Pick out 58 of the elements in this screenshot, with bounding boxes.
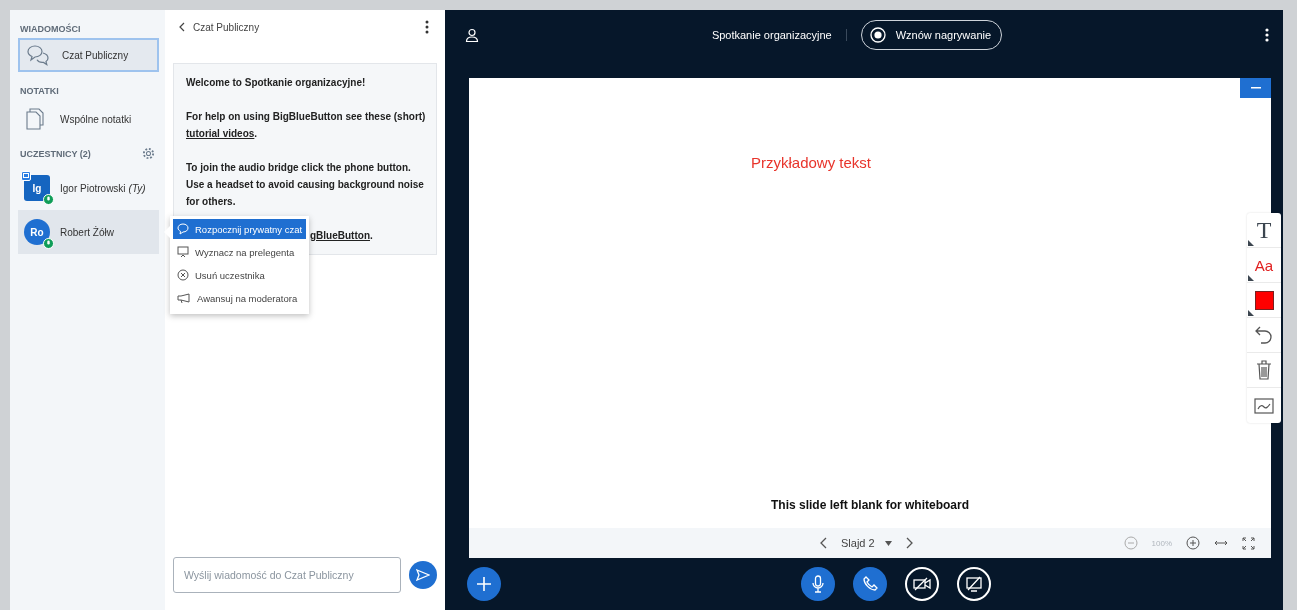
fit-width-icon[interactable]: [1214, 539, 1228, 547]
previous-slide-icon[interactable]: [819, 537, 827, 549]
microphone-icon: [811, 575, 825, 593]
text-tool-button[interactable]: T: [1247, 213, 1281, 248]
participant-name: Robert Żółw: [60, 226, 114, 238]
participant-name: Igor Piotrowski (Ty): [60, 182, 146, 194]
megaphone-icon: [177, 293, 191, 303]
message-text: To join the audio bridge click the phone button. Use a headset to avoid causing background noise for others.: [186, 161, 425, 209]
slide-caption: This slide left blank for whiteboard: [771, 498, 969, 512]
presentation-screen-icon: [177, 246, 189, 258]
settings-icon[interactable]: [142, 147, 155, 160]
section-heading: WIADOMOŚCI: [20, 24, 82, 34]
text-link[interactable]: gBlueButton: [310, 230, 370, 241]
dropdown-caret-icon: [884, 540, 892, 546]
back-button[interactable]: Czat Publiczny: [179, 21, 260, 33]
message-text: For help on using BigBlueButton see these (short) tutorial videos.: [186, 110, 427, 141]
slide-selector[interactable]: Slajd 2: [841, 537, 892, 549]
phone-button[interactable]: [853, 567, 887, 601]
more-options-icon[interactable]: [425, 20, 429, 34]
remove-circle-icon: [177, 269, 189, 281]
annotation-text: Przykładowy tekst: [751, 154, 872, 171]
menu-item[interactable]: Wyznacz na prelegenta: [173, 242, 307, 262]
menu-item[interactable]: Awansuj na moderatora: [173, 288, 307, 308]
participant-row[interactable]: Ig Igor Piotrowski (Ty): [18, 166, 159, 210]
menu-item[interactable]: Usuń uczestnika: [173, 265, 307, 285]
font-size-button[interactable]: Aa: [1247, 248, 1281, 283]
message-input[interactable]: Wyślij wiadomość do Czat Publiczny: [173, 557, 401, 593]
section-heading: UCZESTNICY (2): [20, 148, 91, 159]
chevron-left-icon: [179, 22, 185, 32]
undo-icon: [1255, 325, 1273, 345]
more-options-icon[interactable]: [1265, 28, 1269, 42]
chat-bubbles-icon: [26, 44, 50, 66]
camera-off-icon: [913, 577, 931, 591]
section-heading: NOTATKI: [20, 86, 60, 96]
user-icon[interactable]: [465, 28, 479, 42]
notes-list-item[interactable]: Wspólne notatki: [18, 100, 159, 138]
phone-icon: [862, 576, 878, 592]
send-icon: [416, 569, 430, 581]
send-button[interactable]: [409, 561, 437, 589]
actions-button[interactable]: [467, 567, 501, 601]
zoom-in-icon[interactable]: [1186, 536, 1200, 550]
fullscreen-icon[interactable]: [1242, 536, 1255, 550]
menu-item[interactable]: Rozpocznij prywatny czat: [173, 219, 307, 239]
meeting-title: Spotkanie organizacyjne: [711, 29, 832, 41]
message-text: Welcome to Spotkanie organizacyjne!: [186, 76, 367, 90]
participant-row[interactable]: Ro Robert Żółw: [18, 210, 159, 254]
chat-list-item[interactable]: Czat Publiczny: [18, 38, 159, 72]
plus-icon: [476, 576, 492, 592]
speech-bubble-icon: [177, 223, 189, 235]
next-slide-icon[interactable]: [905, 537, 914, 549]
documents-icon: [26, 108, 44, 130]
camera-button[interactable]: [905, 567, 939, 601]
microphone-button[interactable]: [801, 567, 835, 601]
screen-share-off-icon: [966, 576, 982, 592]
screen-share-button[interactable]: [957, 567, 991, 601]
trash-icon: [1256, 360, 1272, 380]
record-icon: [869, 27, 886, 43]
minus-icon: [1250, 87, 1261, 89]
